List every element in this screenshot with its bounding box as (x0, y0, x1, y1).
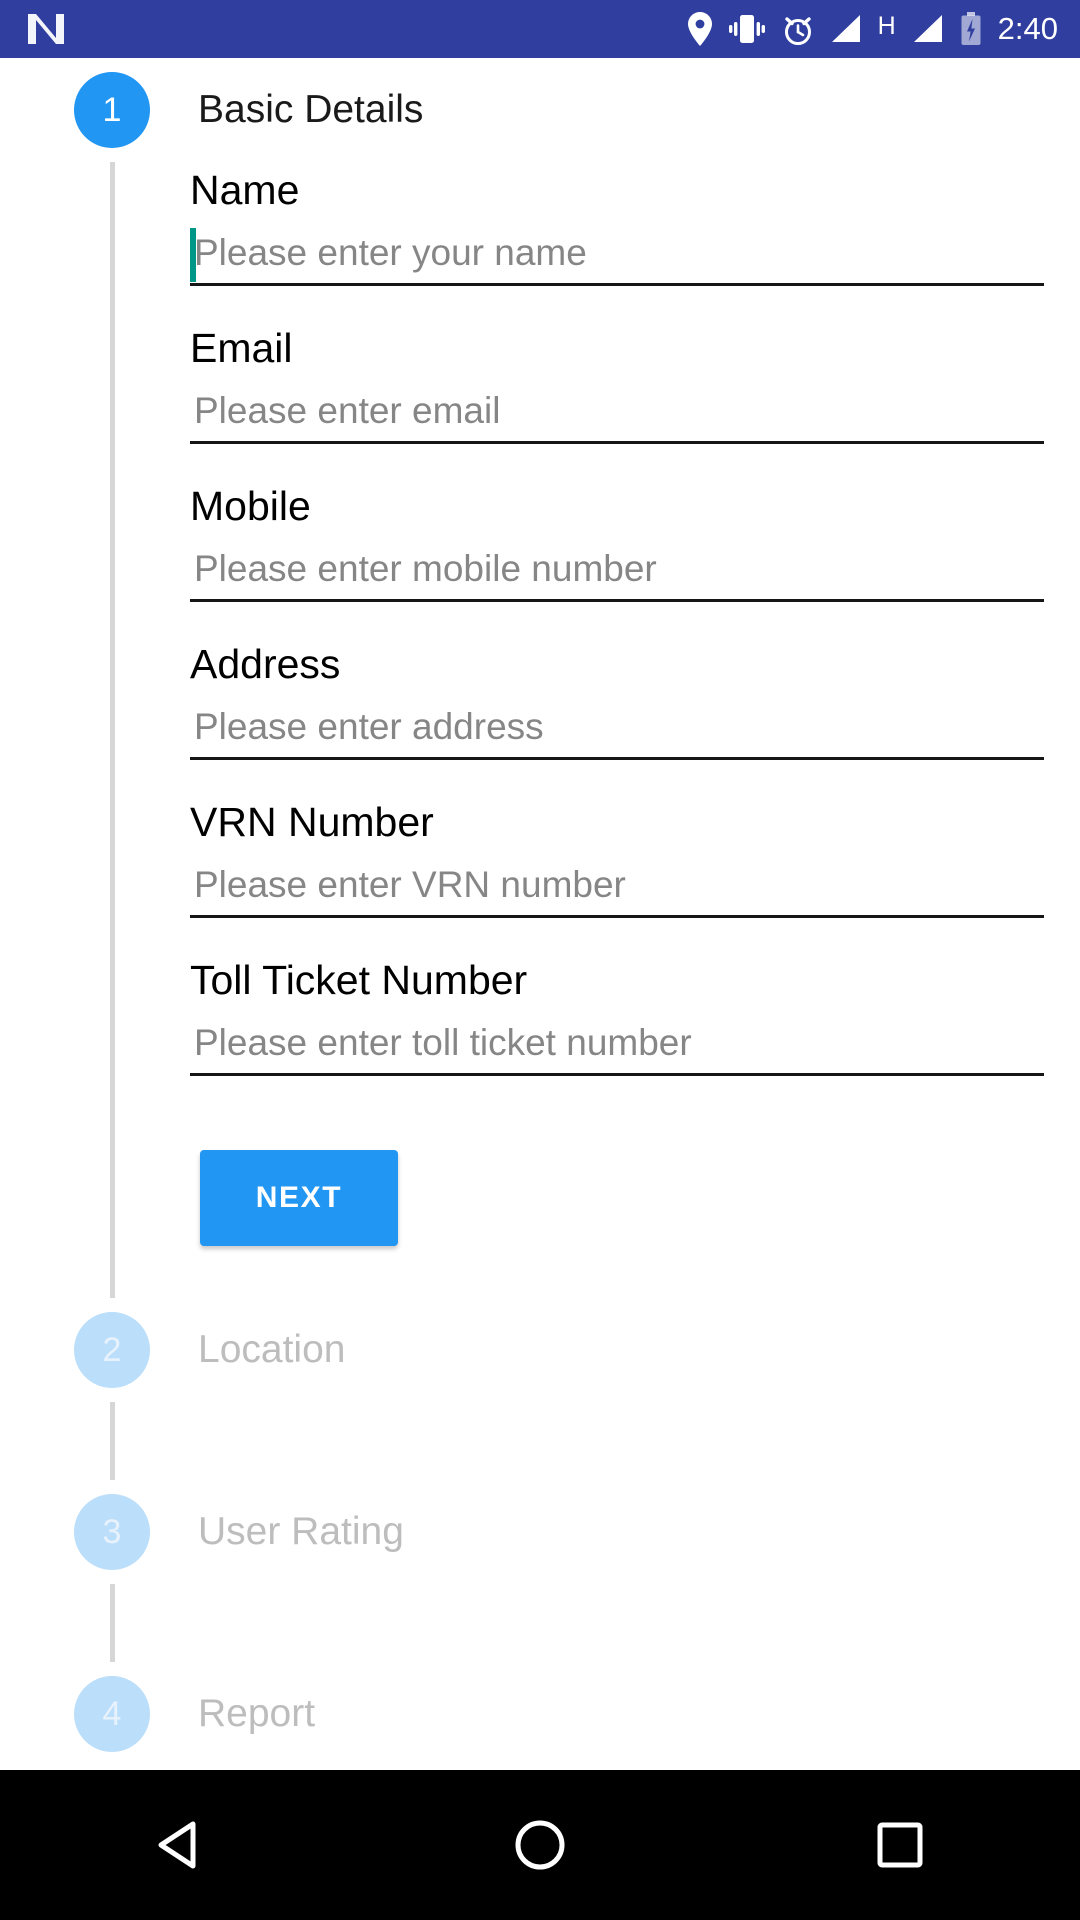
address-input[interactable] (190, 698, 1044, 756)
step-4-number-badge: 4 (74, 1676, 150, 1752)
step-4-report: 4 Report (0, 1662, 1080, 1766)
home-circle-icon[interactable] (465, 1770, 615, 1920)
location-pin-icon (687, 12, 712, 46)
field-address-label: Address (190, 641, 341, 687)
step-1-body: Name Email Mobile (0, 162, 1080, 1298)
field-mobile-input-wrap[interactable] (190, 540, 1044, 602)
field-name-input-wrap[interactable] (190, 224, 1044, 286)
recents-square-icon[interactable] (825, 1770, 975, 1920)
step-1-number: 1 (102, 90, 122, 129)
field-address: Address (190, 636, 1044, 760)
step-1-basic-details: 1 Basic Details Name Email (0, 58, 1080, 1298)
field-mobile: Mobile (190, 478, 1044, 602)
vertical-stepper: 1 Basic Details Name Email (0, 58, 1080, 1770)
signal-bars-icon (830, 14, 862, 44)
step-3-title: User Rating (198, 1510, 404, 1553)
step-4-header[interactable]: 4 Report (0, 1662, 1080, 1766)
status-bar-clock: 2:40 (997, 11, 1058, 46)
hspa-network-label: H (877, 12, 896, 40)
field-mobile-label: Mobile (190, 483, 311, 529)
step-2-title: Location (198, 1328, 346, 1371)
text-cursor-caret (190, 228, 196, 282)
toll-ticket-number-input[interactable] (190, 1014, 1044, 1072)
step-2-location: 2 Location (0, 1298, 1080, 1480)
step-2-connector-gap (0, 1402, 1080, 1480)
vibrate-icon (728, 13, 766, 45)
step-1-header[interactable]: 1 Basic Details (0, 58, 1080, 162)
step-3-number: 3 (102, 1512, 122, 1551)
field-email-input-wrap[interactable] (190, 382, 1044, 444)
android-navigation-bar (0, 1770, 1080, 1920)
field-name-label: Name (190, 167, 300, 213)
mobile-input[interactable] (190, 540, 1044, 598)
email-input[interactable] (190, 382, 1044, 440)
step-2-number-badge: 2 (74, 1312, 150, 1388)
back-triangle-icon[interactable] (105, 1770, 255, 1920)
field-toll-ticket-number: Toll Ticket Number (190, 952, 1044, 1076)
name-input[interactable] (190, 224, 1044, 282)
battery-charging-icon (960, 12, 982, 46)
field-email: Email (190, 320, 1044, 444)
hspa-network-icon: H (878, 14, 896, 39)
field-address-input-wrap[interactable] (190, 698, 1044, 760)
step-1-title: Basic Details (198, 88, 424, 131)
field-toll-ticket-number-label: Toll Ticket Number (190, 957, 528, 1003)
status-bar: H 2:40 (0, 0, 1080, 58)
vrn-number-input[interactable] (190, 856, 1044, 914)
step-3-header[interactable]: 3 User Rating (0, 1480, 1080, 1584)
step-2-header[interactable]: 2 Location (0, 1298, 1080, 1402)
field-vrn-number-input-wrap[interactable] (190, 856, 1044, 918)
signal-bars-icon (912, 14, 944, 44)
field-name: Name (190, 162, 1044, 286)
step-3-connector-gap (0, 1584, 1080, 1662)
step-3-number-badge: 3 (74, 1494, 150, 1570)
field-toll-ticket-number-input-wrap[interactable] (190, 1014, 1044, 1076)
field-email-label: Email (190, 325, 293, 371)
status-bar-icon-group: H (687, 12, 982, 46)
field-vrn-number: VRN Number (190, 794, 1044, 918)
alarm-clock-icon (782, 13, 814, 46)
field-vrn-number-label: VRN Number (190, 799, 434, 845)
step-3-user-rating: 3 User Rating (0, 1480, 1080, 1662)
step-3-connector-line (110, 1584, 115, 1662)
step-1-number-badge: 1 (74, 72, 150, 148)
step-2-connector-line (110, 1402, 115, 1480)
step-4-number: 4 (102, 1694, 122, 1733)
android-n-logo-icon (26, 12, 70, 46)
step-4-title: Report (198, 1692, 316, 1735)
step-1-connector-line (110, 162, 115, 1298)
next-button[interactable]: NEXT (200, 1150, 398, 1246)
step-2-number: 2 (102, 1330, 122, 1369)
next-button-row: NEXT (190, 1110, 1044, 1298)
